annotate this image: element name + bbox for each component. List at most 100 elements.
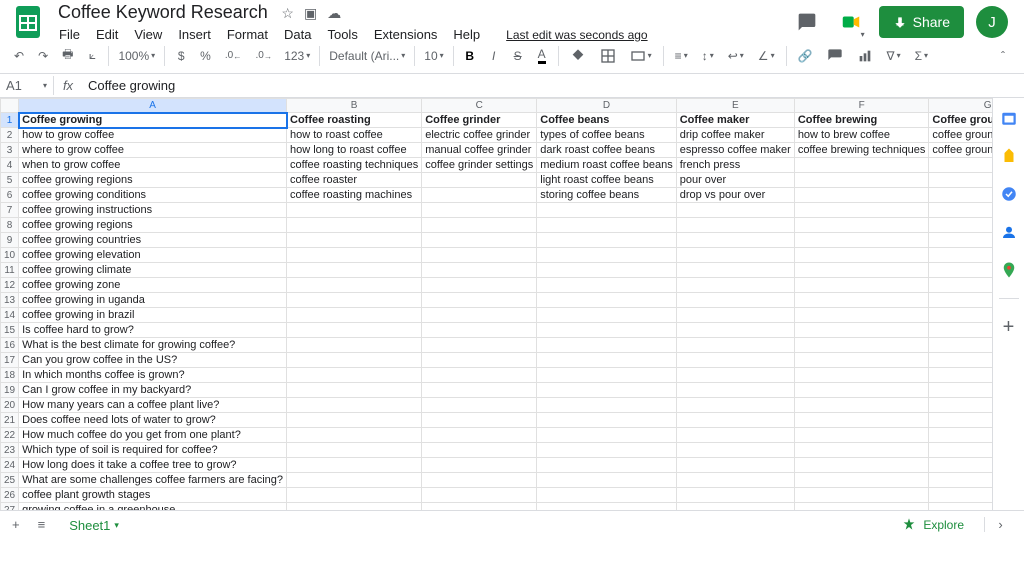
link-button[interactable]: 🔗 [792,43,819,69]
addons-icon[interactable]: + [999,317,1019,337]
cell-G17[interactable] [929,353,992,368]
cell-G5[interactable] [929,173,992,188]
cell-G18[interactable] [929,368,992,383]
cell-A16[interactable]: What is the best climate for growing cof… [19,338,287,353]
zoom-select[interactable]: 100%▾ [114,43,159,69]
row-header-2[interactable]: 2 [1,128,19,143]
row-header-27[interactable]: 27 [1,503,19,511]
col-header-D[interactable]: D [537,99,676,113]
name-box[interactable]: A1▾ [0,76,54,95]
cell-G15[interactable] [929,323,992,338]
row-header-14[interactable]: 14 [1,308,19,323]
cell-E4[interactable]: french press [676,158,794,173]
cell-A10[interactable]: coffee growing elevation [19,248,287,263]
row-header-11[interactable]: 11 [1,263,19,278]
row-header-24[interactable]: 24 [1,458,19,473]
cell-E8[interactable] [676,218,794,233]
cell-E24[interactable] [676,458,794,473]
cell-C23[interactable] [422,443,537,458]
cell-D8[interactable] [537,218,676,233]
cell-A27[interactable]: growing coffee in a greenhouse [19,503,287,511]
strike-button[interactable]: S [507,43,529,69]
cell-B15[interactable] [287,323,422,338]
cell-A14[interactable]: coffee growing in brazil [19,308,287,323]
cell-C24[interactable] [422,458,537,473]
cell-D13[interactable] [537,293,676,308]
cell-F6[interactable] [794,188,929,203]
cell-B20[interactable] [287,398,422,413]
cell-F3[interactable]: coffee brewing techniques [794,143,929,158]
cell-F9[interactable] [794,233,929,248]
col-header-A[interactable]: A [19,99,287,113]
cell-G7[interactable] [929,203,992,218]
side-panel-toggle[interactable]: › [984,517,1016,532]
cell-D19[interactable] [537,383,676,398]
cell-D23[interactable] [537,443,676,458]
cell-G22[interactable] [929,428,992,443]
cell-B5[interactable]: coffee roaster [287,173,422,188]
cell-D21[interactable] [537,413,676,428]
calendar-icon[interactable] [999,108,1019,128]
cell-C1[interactable]: Coffee grinder [422,113,537,128]
cell-A19[interactable]: Can I grow coffee in my backyard? [19,383,287,398]
currency-button[interactable]: $ [170,43,192,69]
cell-E27[interactable] [676,503,794,511]
cell-G8[interactable] [929,218,992,233]
keep-icon[interactable] [999,146,1019,166]
cell-D20[interactable] [537,398,676,413]
cell-F15[interactable] [794,323,929,338]
cell-D16[interactable] [537,338,676,353]
cell-A24[interactable]: How long does it take a coffee tree to g… [19,458,287,473]
row-header-6[interactable]: 6 [1,188,19,203]
cell-B23[interactable] [287,443,422,458]
rotate-button[interactable]: ∠▾ [752,43,781,69]
cell-D3[interactable]: dark roast coffee beans [537,143,676,158]
all-sheets-button[interactable]: ≡ [34,513,50,536]
cell-E6[interactable]: drop vs pour over [676,188,794,203]
cell-B10[interactable] [287,248,422,263]
cell-D11[interactable] [537,263,676,278]
row-header-9[interactable]: 9 [1,233,19,248]
meet-icon[interactable]: ▾ [835,6,867,38]
decrease-decimal-button[interactable]: .0← [219,43,248,69]
cell-D2[interactable]: types of coffee beans [537,128,676,143]
row-header-22[interactable]: 22 [1,428,19,443]
cell-E10[interactable] [676,248,794,263]
cell-G9[interactable] [929,233,992,248]
cell-G13[interactable] [929,293,992,308]
cell-D18[interactable] [537,368,676,383]
cell-C20[interactable] [422,398,537,413]
cell-A9[interactable]: coffee growing countries [19,233,287,248]
cell-C3[interactable]: manual coffee grinder [422,143,537,158]
comments-icon[interactable] [791,6,823,38]
cell-B21[interactable] [287,413,422,428]
functions-button[interactable]: Σ▾ [909,43,934,69]
cell-D14[interactable] [537,308,676,323]
cell-C2[interactable]: electric coffee grinder [422,128,537,143]
font-size-select[interactable]: 10▾ [420,43,447,69]
cell-B17[interactable] [287,353,422,368]
cell-B27[interactable] [287,503,422,511]
cell-C4[interactable]: coffee grinder settings [422,158,537,173]
doc-title[interactable]: Coffee Keyword Research [52,0,274,25]
cell-E9[interactable] [676,233,794,248]
cell-D15[interactable] [537,323,676,338]
cell-B22[interactable] [287,428,422,443]
cell-A7[interactable]: coffee growing instructions [19,203,287,218]
cell-E15[interactable] [676,323,794,338]
cell-D5[interactable]: light roast coffee beans [537,173,676,188]
cell-A18[interactable]: In which months coffee is grown? [19,368,287,383]
cell-F4[interactable] [794,158,929,173]
cell-A5[interactable]: coffee growing regions [19,173,287,188]
cell-D6[interactable]: storing coffee beans [537,188,676,203]
row-header-12[interactable]: 12 [1,278,19,293]
cell-F2[interactable]: how to brew coffee [794,128,929,143]
halign-button[interactable]: ≡▾ [669,43,694,69]
paint-format-button[interactable]: ⟀ [81,43,103,69]
move-icon[interactable]: ▣ [304,5,317,22]
row-header-1[interactable]: 1 [1,113,19,128]
sheets-logo-icon[interactable] [8,2,48,42]
cell-B11[interactable] [287,263,422,278]
cell-G4[interactable] [929,158,992,173]
cell-B1[interactable]: Coffee roasting [287,113,422,128]
